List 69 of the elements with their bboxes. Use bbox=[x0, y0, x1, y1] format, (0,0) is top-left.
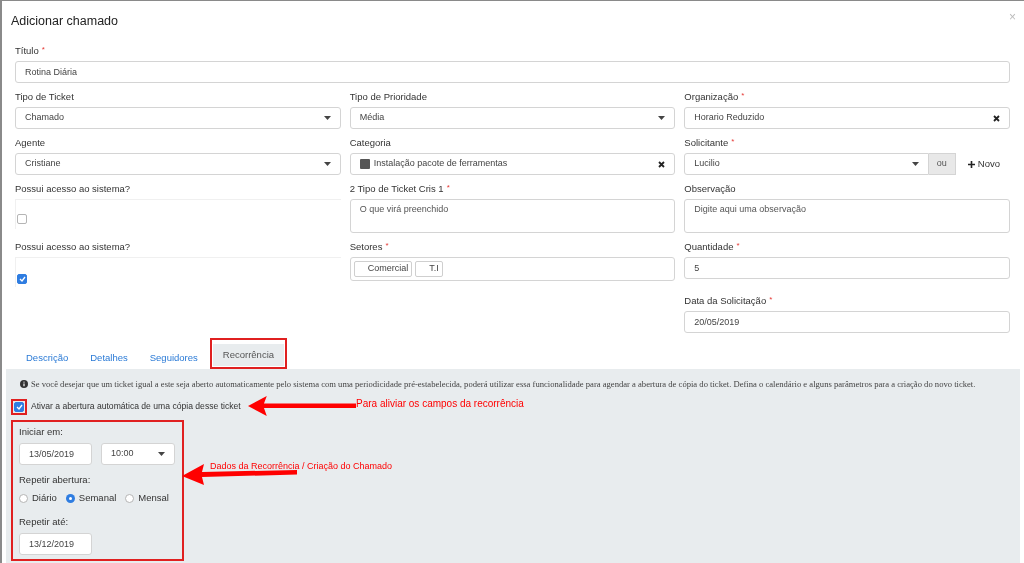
clear-icon[interactable] bbox=[658, 160, 666, 168]
radio-label: Diário bbox=[32, 491, 57, 506]
annotation-text: Dados da Recorrência / Criação do Chamado bbox=[210, 460, 393, 473]
field-label: Título bbox=[15, 45, 39, 57]
required-asterisk: * bbox=[736, 241, 740, 250]
text-field[interactable]: 20/05/2019 bbox=[684, 311, 1010, 333]
radio-label: Mensal bbox=[138, 491, 169, 506]
date-field[interactable]: 13/05/2019 bbox=[19, 443, 92, 466]
dialog-title: Adicionar chamado bbox=[11, 13, 118, 30]
date-field[interactable]: 13/12/2019 bbox=[19, 532, 92, 555]
tab[interactable]: Detalhes bbox=[80, 347, 138, 369]
field-label: Quantidade bbox=[684, 241, 734, 253]
field-label: Repetir até: bbox=[19, 514, 70, 529]
required-asterisk: * bbox=[385, 241, 389, 250]
tag-chip: Comercial bbox=[353, 261, 413, 277]
checkbox-label: Ativar a abertura automática de uma cópia desse ticket bbox=[31, 400, 241, 414]
caret-icon bbox=[158, 452, 165, 457]
time-select[interactable]: 10:00 bbox=[101, 443, 175, 466]
tab[interactable]: Descrição bbox=[16, 347, 79, 369]
text-field[interactable]: Rotina Diária bbox=[15, 61, 1010, 83]
addon-label: ou bbox=[928, 153, 956, 175]
radio-button[interactable] bbox=[19, 494, 28, 503]
text-area[interactable]: Digite aqui uma observação bbox=[684, 199, 1010, 233]
required-asterisk: * bbox=[741, 91, 745, 100]
field-label: Possui acesso ao sistema? bbox=[15, 241, 131, 253]
field-label: Repetir abertura: bbox=[19, 473, 92, 488]
select-field[interactable]: Horario Reduzido bbox=[684, 107, 1010, 129]
field-label: Possui acesso ao sistema? bbox=[15, 183, 131, 195]
select-field[interactable]: Instalação pacote de ferramentas bbox=[349, 153, 676, 175]
clear-icon[interactable] bbox=[993, 114, 1000, 122]
caret-icon bbox=[911, 162, 919, 166]
new-button[interactable]: Novo bbox=[967, 156, 1000, 172]
field-label: Tipo de Ticket bbox=[15, 91, 74, 103]
caret-icon bbox=[323, 162, 331, 166]
tag-chip: T.I bbox=[415, 261, 443, 277]
required-asterisk: * bbox=[446, 183, 450, 192]
select-field[interactable]: Lucilio bbox=[684, 153, 929, 175]
field-label: Agente bbox=[15, 137, 46, 149]
checkbox[interactable] bbox=[17, 214, 27, 224]
info-icon bbox=[20, 380, 28, 389]
select-field[interactable]: Chamado bbox=[15, 107, 341, 129]
required-asterisk: * bbox=[769, 295, 773, 304]
required-asterisk: * bbox=[731, 137, 735, 146]
plus-icon bbox=[967, 160, 975, 168]
select-field[interactable]: Cristiane bbox=[15, 153, 341, 175]
field-label: Tipo de Prioridade bbox=[349, 91, 427, 103]
field-label: Iniciar em: bbox=[19, 424, 64, 439]
text-area[interactable]: O que virá preenchido bbox=[349, 199, 676, 233]
field-label: Data da Solicitação bbox=[684, 295, 767, 307]
text-field[interactable]: 5 bbox=[684, 257, 1010, 279]
field-label: Solicitante bbox=[684, 137, 729, 149]
tags-field[interactable]: Comercial T.I bbox=[349, 257, 676, 281]
radio-button[interactable] bbox=[125, 494, 135, 503]
field-label: Observação bbox=[684, 183, 736, 195]
required-asterisk: * bbox=[41, 45, 45, 54]
field-label: Setores bbox=[349, 241, 383, 253]
field-label: Categoria bbox=[349, 137, 391, 149]
caret-icon bbox=[658, 116, 666, 120]
caret-icon bbox=[323, 116, 331, 120]
radio-label: Semanal bbox=[78, 491, 117, 506]
tab[interactable]: Seguidores bbox=[139, 347, 208, 369]
checkbox[interactable] bbox=[17, 274, 27, 284]
tab[interactable]: Recorrência bbox=[212, 344, 285, 366]
annotation-text: Para aliviar os campos da recorrência bbox=[356, 397, 524, 411]
field-label: 2 Tipo de Ticket Cris 1 bbox=[349, 183, 444, 195]
field-label: Organização bbox=[684, 91, 739, 103]
info-text: Se você desejar que um ticket igual a este seja aberto automaticamente pelo sistema com uma periodicidade pré-estabelecida, poderá utilizar essa funcionalidade para agendar a abertura de cópia do ticket. Defina o calendário e alguns parâmetros para a criação do novo ticket. bbox=[31, 378, 976, 391]
radio-button[interactable] bbox=[65, 494, 75, 503]
select-field[interactable]: Média bbox=[349, 107, 676, 129]
